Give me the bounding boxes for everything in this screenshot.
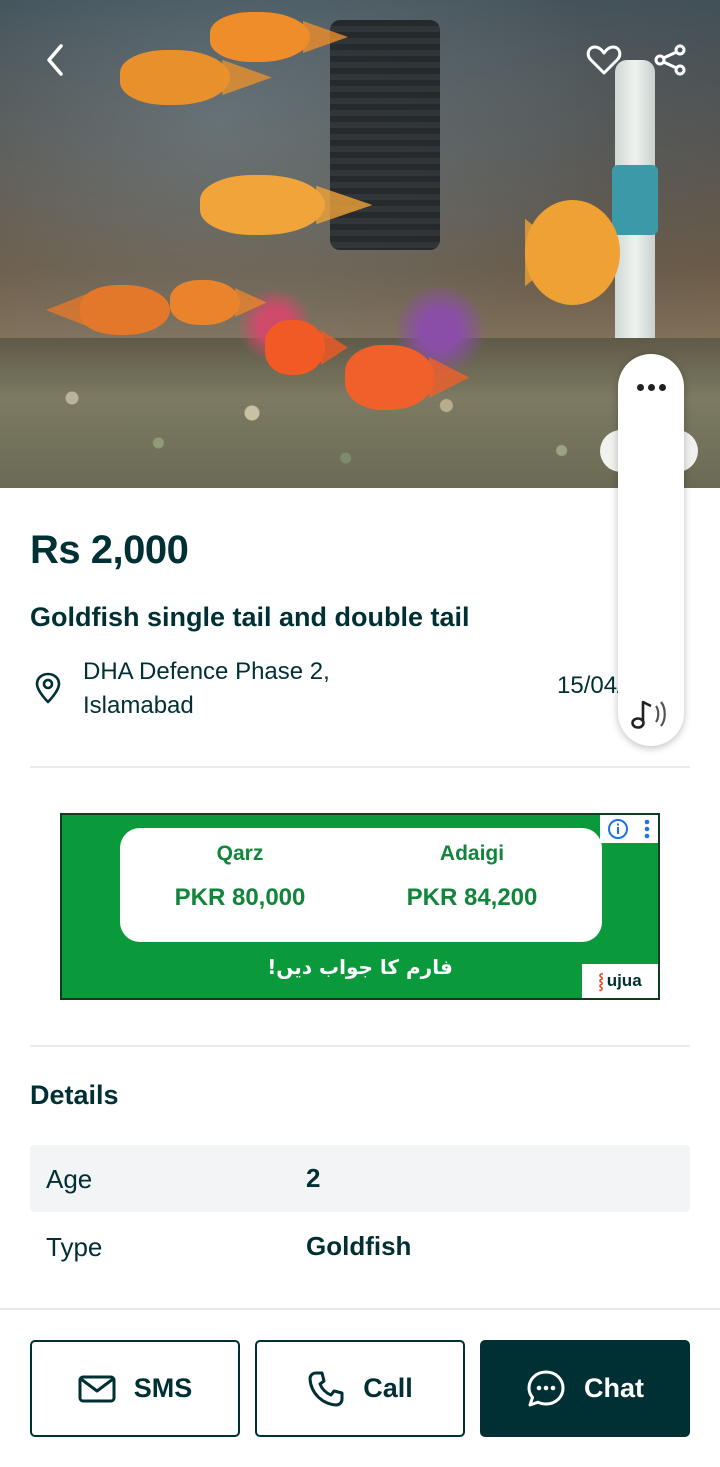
divider — [30, 1045, 690, 1047]
share-icon — [654, 44, 686, 76]
call-label: Call — [363, 1373, 413, 1403]
ad-brand-logo: ⸾ ujua — [582, 964, 658, 998]
ad-info-controls[interactable] — [600, 815, 658, 843]
music-sound-icon[interactable] — [628, 694, 674, 734]
details-key: Type — [46, 1232, 103, 1262]
action-bar-divider — [0, 1308, 720, 1310]
details-value: Goldfish — [306, 1231, 412, 1261]
divider — [30, 766, 690, 768]
sms-label: SMS — [133, 1373, 193, 1403]
photo-fish — [170, 280, 240, 325]
sms-button[interactable]: SMS — [30, 1340, 240, 1437]
photo-fish — [210, 12, 310, 62]
photo-fish — [345, 345, 435, 410]
ad-banner[interactable]: Qarz PKR 80,000 Adaigi PKR 84,200 فارم ک… — [60, 813, 660, 1000]
photo-tube-ring — [612, 165, 658, 235]
ad-label: Qarz — [216, 842, 264, 865]
photo-fish — [200, 175, 325, 235]
ad-value: PKR 84,200 — [406, 884, 538, 911]
ad-value: PKR 80,000 — [174, 884, 306, 911]
brand-mark-icon: ⸾ — [598, 973, 604, 990]
brand-name: ujua — [606, 971, 642, 990]
heart-outline-icon — [586, 45, 622, 75]
ad-column: Qarz PKR 80,000 — [120, 842, 360, 912]
details-heading: Details — [30, 1080, 119, 1110]
more-horizontal-icon[interactable] — [618, 372, 684, 402]
chat-bubble-icon — [527, 1370, 565, 1406]
details-key: Age — [46, 1164, 93, 1194]
photo-filter — [330, 20, 440, 250]
ad-card: Qarz PKR 80,000 Adaigi PKR 84,200 — [120, 828, 602, 942]
ad-cta-text: فارم کا جواب دیں! — [267, 955, 453, 979]
location-pin-icon — [35, 672, 61, 704]
more-vertical-icon[interactable] — [643, 818, 651, 840]
favorite-button[interactable] — [582, 38, 626, 82]
photo-fish — [525, 200, 620, 305]
mail-icon — [78, 1375, 116, 1402]
back-button[interactable] — [34, 38, 78, 82]
chat-button[interactable]: Chat — [480, 1340, 690, 1437]
photo-fish — [265, 320, 325, 375]
photo-fish — [120, 50, 230, 105]
listing-title: Goldfish single tail and double tail — [30, 602, 470, 632]
phone-icon — [308, 1371, 344, 1406]
info-icon[interactable] — [607, 818, 629, 840]
listing-location: DHA Defence Phase 2, Islamabad — [83, 655, 383, 723]
ad-column: Adaigi PKR 84,200 — [352, 842, 592, 912]
details-row: Age 2 — [30, 1145, 690, 1212]
details-value: 2 — [306, 1163, 321, 1193]
call-button[interactable]: Call — [255, 1340, 465, 1437]
details-row: Type Goldfish — [30, 1213, 690, 1280]
listing-price: Rs 2,000 — [30, 528, 189, 572]
photo-fish — [80, 285, 170, 335]
location-line: DHA Defence Phase 2, — [83, 658, 330, 685]
share-button[interactable] — [648, 38, 692, 82]
floating-overlay-panel[interactable] — [618, 354, 684, 746]
ad-label: Adaigi — [439, 842, 505, 865]
location-line: Islamabad — [83, 692, 194, 719]
chat-label: Chat — [584, 1373, 644, 1403]
chevron-left-icon — [47, 44, 63, 76]
